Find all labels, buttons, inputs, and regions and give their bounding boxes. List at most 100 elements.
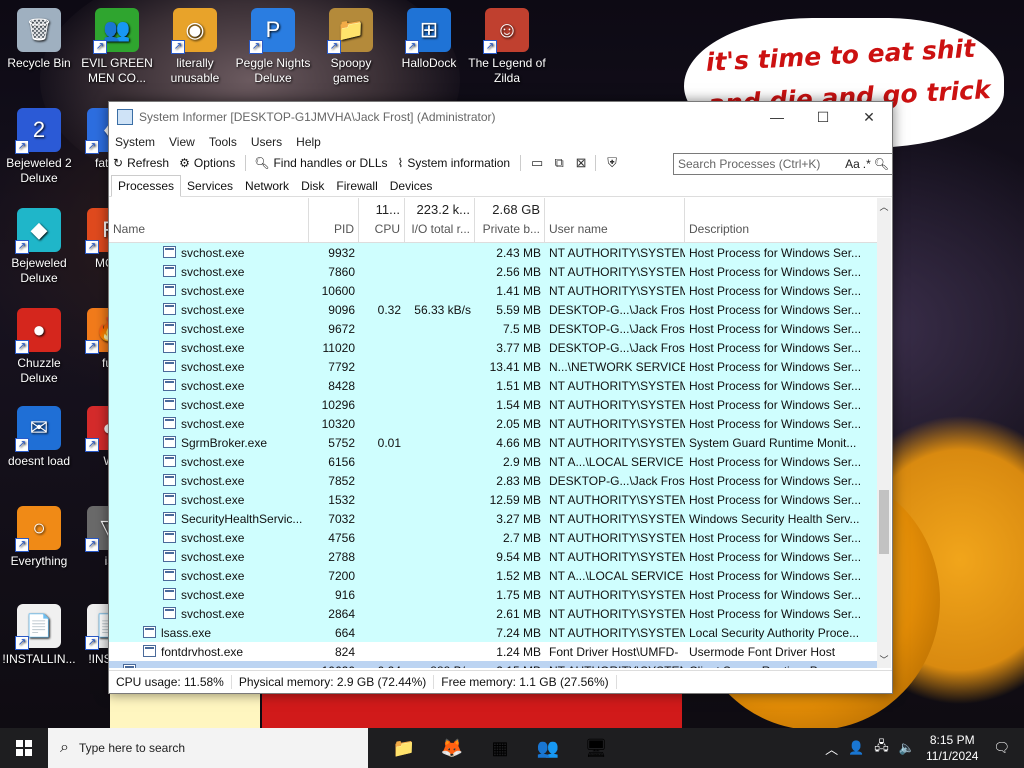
people-icon[interactable]: 👤 [848, 740, 864, 756]
column-description[interactable]: Description [685, 198, 865, 242]
column-io-total[interactable]: 223.2 k... I/O total r... [405, 198, 475, 242]
cell-name: fontdrvhost.exe [109, 644, 309, 659]
network-icon[interactable]: 🖧 [874, 737, 889, 759]
vertical-scrollbar[interactable]: ︿ ﹀ [877, 198, 891, 668]
process-row[interactable]: svchost.exe 4756 2.7 MB NT AUTHORITY\SYSTEM… [109, 528, 877, 547]
process-row[interactable]: svchost.exe 10320 2.05 MB NT AUTHORITY\SYST… [109, 414, 877, 433]
tab-services[interactable]: Services [181, 176, 239, 196]
find-window-icon[interactable]: ⧉ [551, 155, 567, 171]
refresh-button[interactable]: ↻ Refresh [113, 156, 169, 170]
process-row[interactable]: SgrmBroker.exe 5752 0.01 4.66 MB NT AUTHORIT… [109, 433, 877, 452]
tab-disk[interactable]: Disk [295, 176, 330, 196]
clock[interactable]: 8:15 PM 11/1/2024 [926, 732, 979, 764]
scroll-thumb[interactable] [879, 490, 889, 554]
process-row[interactable]: svchost.exe 9672 7.5 MB DESKTOP-G...\Jack F… [109, 319, 877, 338]
maximize-button[interactable]: ☐ [800, 102, 846, 132]
desktop-icon-the-legend-of-zilda[interactable]: ☺ ↗ The Legend of Zilda [468, 8, 546, 86]
process-row[interactable]: fontdrvhost.exe 824 1.24 MB Font Driver Hos… [109, 642, 877, 661]
cell-name: svchost.exe [109, 492, 309, 507]
process-row[interactable]: svchost.exe 9096 0.32 56.33 kB/s 5.59 MB DESK… [109, 300, 877, 319]
process-name: lsass.exe [161, 625, 212, 640]
cell-name: lsass.exe [109, 625, 309, 640]
process-row[interactable]: svchost.exe 1532 12.59 MB NT AUTHORITY\SYST… [109, 490, 877, 509]
chevron-up-icon[interactable]: ︿ [825, 739, 838, 758]
desktop-icon-everything[interactable]: ○ ↗ Everything [0, 506, 78, 569]
desktop-icon-doesnt-load[interactable]: ✉ ↗ doesnt load [0, 406, 78, 469]
process-row[interactable]: svchost.exe 10600 1.41 MB NT AUTHORITY\SYST… [109, 281, 877, 300]
system-informer-taskbar-icon[interactable]: 🖥 [572, 728, 620, 768]
find-handles-button[interactable]: 🔍︎ Find handles or DLLs [254, 156, 387, 170]
cell-user: NT AUTHORITY\SYSTEM [549, 625, 685, 640]
firefox-taskbar-icon[interactable]: 🦊 [428, 728, 476, 768]
process-row[interactable]: svchost.exe 7792 13.41 MB N...\NETWORK SERV… [109, 357, 877, 376]
column-user-name[interactable]: User name [545, 198, 685, 242]
process-row[interactable]: svchost.exe 10296 1.54 MB NT AUTHORITY\SYST… [109, 395, 877, 414]
desktop-icon-label: HalloDock [401, 56, 457, 70]
process-row[interactable]: svchost.exe 2788 9.54 MB NT AUTHORITY\SYSTE… [109, 547, 877, 566]
column-cpu[interactable]: 11... CPU [359, 198, 405, 242]
desktop-icon-evil-green-men-co[interactable]: 👥 ↗ EVIL GREEN MEN CO... [78, 8, 156, 86]
menu-system[interactable]: System [115, 135, 155, 149]
column-private-bytes[interactable]: 2.68 GB Private b... [475, 198, 545, 242]
column-name[interactable]: Name [109, 198, 309, 242]
tab-network[interactable]: Network [239, 176, 295, 196]
search-processes-input[interactable]: Search Processes (Ctrl+K) Aa .* 🔍︎ [673, 153, 893, 175]
cell-priv: 3.27 MB [496, 511, 541, 526]
title-bar[interactable]: System Informer [DESKTOP-G1JMVHA\Jack Fr… [109, 102, 892, 132]
scroll-up-icon[interactable]: ︿ [877, 200, 891, 213]
process-name: svchost.exe [181, 397, 245, 412]
process-row[interactable]: lsass.exe 664 7.24 MB NT AUTHORITY\SYSTEM Lo… [109, 623, 877, 642]
menu-users[interactable]: Users [251, 135, 282, 149]
options-button[interactable]: ⚙ Options [179, 156, 235, 170]
process-row[interactable]: svchost.exe 7852 2.83 MB DESKTOP-G...\Jack … [109, 471, 877, 490]
process-row[interactable]: svchost.exe 8428 1.51 MB NT AUTHORITY\SYSTE… [109, 376, 877, 395]
match-case-toggle[interactable]: Aa [845, 157, 860, 171]
shield-icon[interactable]: ⛨ [604, 155, 620, 171]
tab-devices[interactable]: Devices [384, 176, 439, 196]
start-button[interactable] [0, 728, 48, 768]
process-row[interactable]: SecurityHealthServic... 7032 3.27 MB NT AUT… [109, 509, 877, 528]
minimize-button[interactable]: — [754, 102, 800, 132]
process-row[interactable]: svchost.exe 7200 1.52 MB NT A...\LOCAL SERV… [109, 566, 877, 585]
desktop-icon-hallodock[interactable]: ⊞ ↗ HalloDock [390, 8, 468, 71]
file-explorer-taskbar-icon[interactable]: 📁 [380, 728, 428, 768]
close-button[interactable]: ✕ [846, 102, 892, 132]
menu-tools[interactable]: Tools [209, 135, 237, 149]
column-pid[interactable]: PID [309, 198, 359, 242]
process-row[interactable]: svchost.exe 9932 2.43 MB NT AUTHORITY\SYSTE… [109, 243, 877, 262]
desktop-icon-peggle-nights-deluxe[interactable]: P ↗ Peggle Nights Deluxe [234, 8, 312, 86]
green-men-taskbar-icon[interactable]: 👥 [524, 728, 572, 768]
desktop-icon-chuzzle-deluxe[interactable]: ● ↗ Chuzzle Deluxe [0, 308, 78, 386]
regex-toggle[interactable]: .* [863, 157, 871, 171]
menu-help[interactable]: Help [296, 135, 321, 149]
app-taskbar-icon[interactable]: ▦ [476, 728, 524, 768]
desktop-icon-literally-unusable[interactable]: ◉ ↗ literally unusable [156, 8, 234, 86]
notification-icon[interactable]: 🗨 [993, 740, 1010, 756]
process-name: svchost.exe [181, 568, 245, 583]
tab-firewall[interactable]: Firewall [330, 176, 383, 196]
terminate-icon[interactable]: ⊠ [573, 155, 589, 171]
window-icon[interactable]: ▭ [529, 155, 545, 171]
shortcut-arrow-icon: ↗ [85, 340, 99, 354]
tab-processes[interactable]: Processes [111, 175, 182, 197]
process-row[interactable]: csrss.exe 106200.24888 B/s2.15 MBNT AUTHO… [109, 661, 877, 668]
volume-icon[interactable]: 🔈 [899, 740, 915, 756]
cell-name: svchost.exe [109, 549, 309, 564]
scroll-down-icon[interactable]: ﹀ [877, 653, 891, 666]
cell-desc: Host Process for Windows Ser... [689, 283, 862, 298]
system-information-button[interactable]: ⌇ System information [398, 156, 511, 170]
desktop-icon-recycle-bin[interactable]: 🗑 Recycle Bin [0, 8, 78, 71]
process-row[interactable]: svchost.exe 7860 2.56 MB NT AUTHORITY\SYSTE… [109, 262, 877, 281]
process-row[interactable]: svchost.exe 11020 3.77 MB DESKTOP-G...\Jack… [109, 338, 877, 357]
process-row[interactable]: svchost.exe 6156 2.9 MB NT A...\LOCAL SERVI… [109, 452, 877, 471]
desktop-icon-spoopy-games[interactable]: 📁 ↗ Spoopy games [312, 8, 390, 86]
menu-view[interactable]: View [169, 135, 195, 149]
cell-priv: 2.43 MB [496, 245, 541, 260]
taskbar-search-box[interactable]: ⌕ Type here to search [48, 728, 368, 768]
process-row[interactable]: svchost.exe 916 1.75 MB NT AUTHORITY\SYSTEM… [109, 585, 877, 604]
process-row[interactable]: svchost.exe 2864 2.61 MB NT AUTHORITY\SYSTE… [109, 604, 877, 623]
desktop-icon-bejeweled-deluxe[interactable]: ◆ ↗ Bejeweled Deluxe [0, 208, 78, 286]
desktop-icon-installin[interactable]: 📄 ↗ !INSTALLIN... [0, 604, 78, 667]
desktop-icon-bejeweled-2-deluxe[interactable]: 2 ↗ Bejeweled 2 Deluxe [0, 108, 78, 186]
cell-name: svchost.exe [109, 606, 309, 621]
